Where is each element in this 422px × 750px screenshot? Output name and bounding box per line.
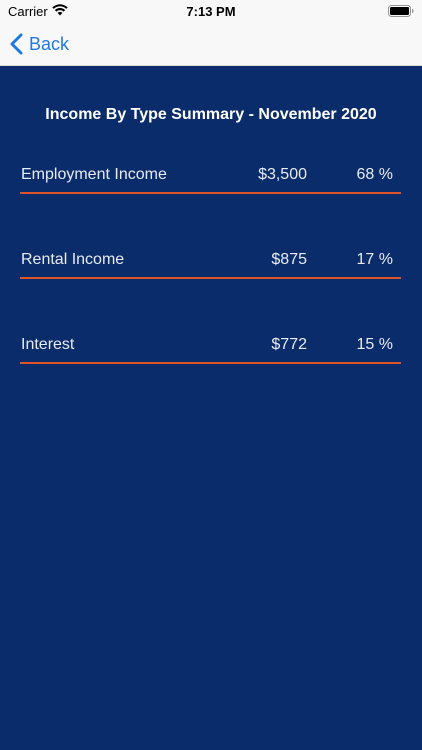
income-amount: $772 bbox=[271, 336, 307, 353]
back-button[interactable]: Back bbox=[10, 32, 69, 56]
back-label: Back bbox=[29, 33, 70, 54]
page-title: Income By Type Summary - November 2020 bbox=[45, 106, 377, 123]
summary-content: Income By Type Summary - November 2020 E… bbox=[0, 66, 422, 750]
income-row-rental: Rental Income $875 17 % bbox=[20, 243, 401, 279]
income-type-name: Interest bbox=[21, 336, 75, 353]
income-row-employment: Employment Income $3,500 68 % bbox=[20, 158, 401, 194]
income-percent: 68 % bbox=[356, 166, 393, 183]
battery-icon bbox=[388, 5, 414, 17]
status-bar: Carrier 7:13 PM bbox=[0, 0, 422, 22]
income-type-name: Rental Income bbox=[21, 251, 125, 268]
status-time: 7:13 PM bbox=[186, 4, 236, 19]
income-amount: $3,500 bbox=[258, 166, 307, 183]
income-percent: 17 % bbox=[356, 251, 393, 268]
income-amount: $875 bbox=[271, 251, 307, 268]
navigation-bar: Back bbox=[0, 22, 422, 66]
chevron-left-icon bbox=[10, 33, 23, 55]
income-percent: 15 % bbox=[356, 336, 393, 353]
income-row-interest: Interest $772 15 % bbox=[20, 328, 401, 364]
income-type-name: Employment Income bbox=[21, 166, 167, 183]
